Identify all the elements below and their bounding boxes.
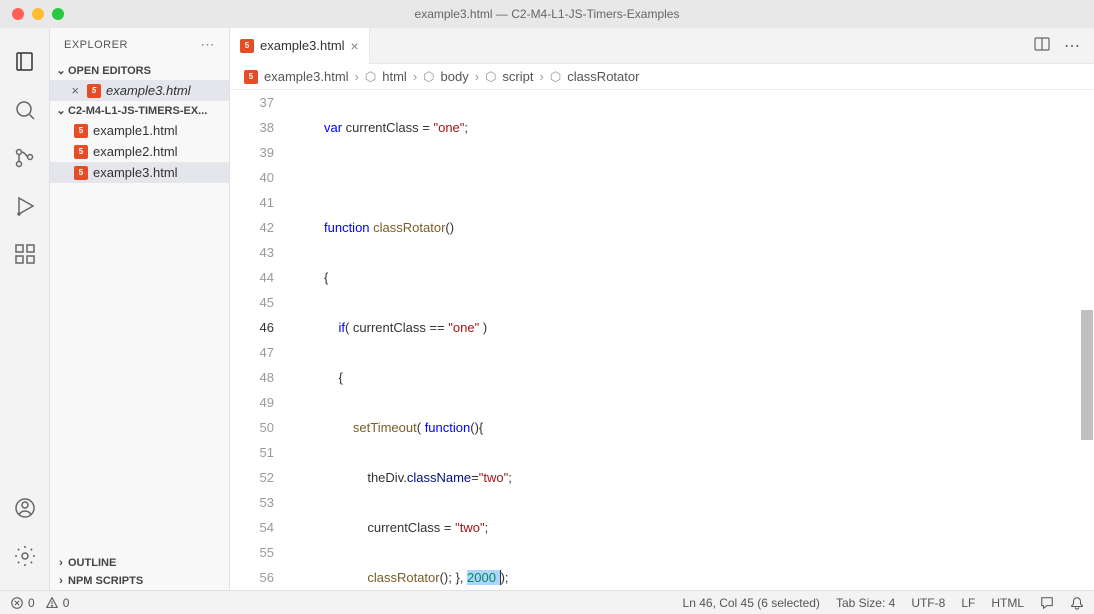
titlebar: example3.html — C2-M4-L1-JS-Timers-Examp…: [0, 0, 1094, 28]
statusbar: 0 0 Ln 46, Col 45 (6 selected) Tab Size:…: [0, 590, 1094, 614]
extensions-icon[interactable]: [11, 240, 39, 268]
errors-indicator[interactable]: 0: [10, 596, 35, 610]
folder-label: C2-M4-L1-JS-TIMERS-EX...: [68, 105, 207, 117]
code-editor[interactable]: 37 38 39 40 41 42 43 44 45 46 47 48 49 5…: [230, 90, 1094, 590]
npm-label: NPM SCRIPTS: [68, 575, 143, 587]
chevron-down-icon: ⌄: [54, 64, 68, 77]
tab-label: example3.html: [260, 38, 345, 53]
eol-indicator[interactable]: LF: [961, 596, 975, 610]
open-editor-item[interactable]: × 5 example3.html: [50, 80, 229, 101]
indent-indicator[interactable]: Tab Size: 4: [836, 596, 895, 610]
tab-example3[interactable]: 5 example3.html ×: [230, 28, 370, 64]
source-control-icon[interactable]: [11, 144, 39, 172]
gutter: 37 38 39 40 41 42 43 44 45 46 47 48 49 5…: [230, 90, 290, 590]
activity-bar: [0, 28, 50, 590]
chevron-right-icon: ›: [355, 69, 359, 84]
close-tab-icon[interactable]: ×: [351, 38, 359, 54]
editor-actions: ⋯: [1020, 36, 1094, 56]
breadcrumb-item[interactable]: classRotator: [567, 69, 639, 84]
window-title: example3.html — C2-M4-L1-JS-Timers-Examp…: [415, 7, 680, 21]
notifications-icon[interactable]: [1070, 596, 1084, 610]
outline-section[interactable]: › OUTLINE: [50, 554, 229, 572]
breadcrumb-item[interactable]: script: [502, 69, 533, 84]
symbol-icon: ⬡: [550, 69, 561, 85]
chevron-down-icon: ⌄: [54, 104, 68, 117]
explorer-icon[interactable]: [11, 48, 39, 76]
file-item[interactable]: 5 example2.html: [50, 141, 229, 162]
run-debug-icon[interactable]: [11, 192, 39, 220]
folder-section[interactable]: ⌄ C2-M4-L1-JS-TIMERS-EX...: [50, 101, 229, 120]
html-file-icon: 5: [74, 166, 88, 180]
warnings-indicator[interactable]: 0: [45, 596, 70, 610]
scrollbar[interactable]: [1080, 90, 1094, 590]
traffic-lights: [12, 8, 64, 20]
code-content[interactable]: var currentClass = "one"; function class…: [290, 90, 1094, 590]
explorer-more-icon[interactable]: ⋯: [201, 36, 216, 53]
maximize-window-button[interactable]: [52, 8, 64, 20]
symbol-icon: ⬡: [423, 69, 434, 85]
html-file-icon: 5: [240, 39, 254, 53]
breadcrumb-file[interactable]: example3.html: [264, 69, 349, 84]
breadcrumb-item[interactable]: body: [441, 69, 469, 84]
symbol-icon: ⬡: [485, 69, 496, 85]
file-item[interactable]: 5 example3.html: [50, 162, 229, 183]
chevron-right-icon: ›: [475, 69, 479, 84]
npm-scripts-section[interactable]: › NPM SCRIPTS: [50, 572, 229, 590]
explorer-title: EXPLORER: [64, 39, 128, 51]
main-area: EXPLORER ⋯ ⌄ OPEN EDITORS × 5 example3.h…: [0, 28, 1094, 590]
breadcrumb[interactable]: 5 example3.html › ⬡ html › ⬡ body › ⬡ sc…: [230, 64, 1094, 90]
html-file-icon: 5: [74, 124, 88, 138]
open-editors-label: OPEN EDITORS: [68, 65, 151, 77]
editor-area: 5 example3.html × ⋯ 5 example3.html › ⬡ …: [230, 28, 1094, 590]
chevron-right-icon: ›: [539, 69, 543, 84]
file-name: example3.html: [93, 165, 178, 180]
accounts-icon[interactable]: [11, 494, 39, 522]
close-window-button[interactable]: [12, 8, 24, 20]
minimize-window-button[interactable]: [32, 8, 44, 20]
settings-gear-icon[interactable]: [11, 542, 39, 570]
chevron-right-icon: ›: [54, 557, 68, 569]
html-file-icon: 5: [74, 145, 88, 159]
symbol-icon: ⬡: [365, 69, 376, 85]
outline-label: OUTLINE: [68, 557, 116, 569]
html-file-icon: 5: [87, 84, 101, 98]
encoding-indicator[interactable]: UTF-8: [911, 596, 945, 610]
file-item[interactable]: 5 example1.html: [50, 120, 229, 141]
chevron-right-icon: ›: [54, 575, 68, 587]
search-icon[interactable]: [11, 96, 39, 124]
open-editors-section[interactable]: ⌄ OPEN EDITORS: [50, 61, 229, 80]
file-name: example2.html: [93, 144, 178, 159]
sidebar-header: EXPLORER ⋯: [50, 28, 229, 61]
close-editor-icon[interactable]: ×: [68, 83, 82, 98]
cursor-position[interactable]: Ln 46, Col 45 (6 selected): [683, 596, 820, 610]
open-editor-filename: example3.html: [106, 83, 191, 98]
file-name: example1.html: [93, 123, 178, 138]
html-file-icon: 5: [244, 70, 258, 84]
scrollbar-thumb[interactable]: [1081, 310, 1093, 440]
split-editor-icon[interactable]: [1034, 36, 1050, 56]
sidebar: EXPLORER ⋯ ⌄ OPEN EDITORS × 5 example3.h…: [50, 28, 230, 590]
more-actions-icon[interactable]: ⋯: [1064, 36, 1080, 56]
chevron-right-icon: ›: [413, 69, 417, 84]
feedback-icon[interactable]: [1040, 596, 1054, 610]
tabs-row: 5 example3.html × ⋯: [230, 28, 1094, 64]
language-indicator[interactable]: HTML: [991, 596, 1024, 610]
breadcrumb-item[interactable]: html: [382, 69, 407, 84]
